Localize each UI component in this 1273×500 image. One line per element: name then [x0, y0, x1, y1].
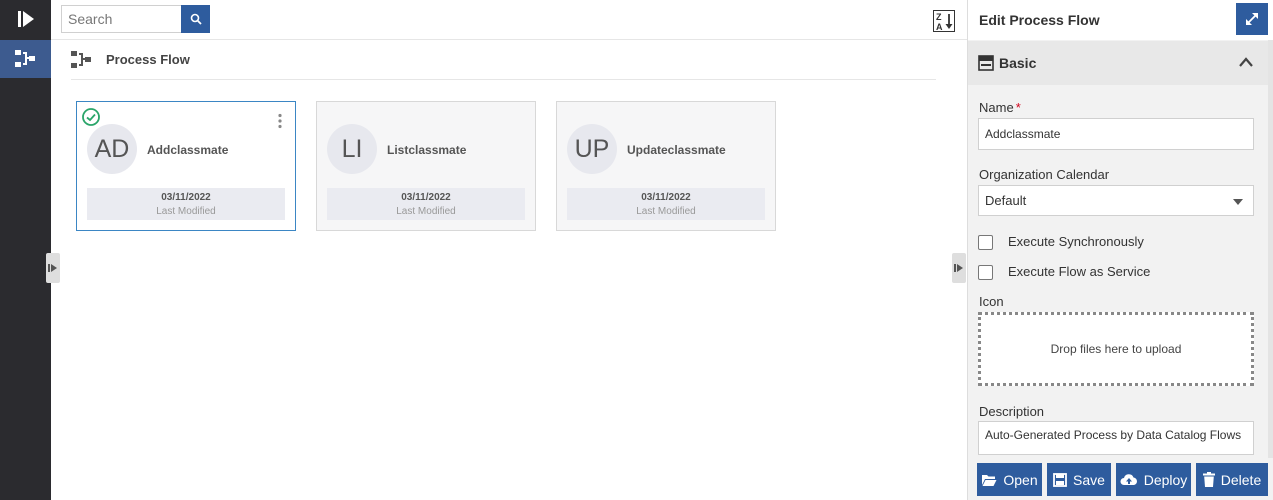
- caret-down-icon: [1233, 199, 1243, 205]
- section-title: Process Flow: [106, 52, 190, 67]
- panel-toggle-icon: [954, 264, 963, 272]
- save-button[interactable]: Save: [1047, 463, 1111, 496]
- nav-process-flow-icon[interactable]: [0, 40, 51, 78]
- expand-button[interactable]: [1236, 3, 1268, 35]
- description-field[interactable]: Auto-Generated Process by Data Catalog F…: [978, 421, 1254, 455]
- card-name: Listclassmate: [387, 143, 467, 157]
- card-meta: 03/11/2022 Last Modified: [567, 188, 765, 220]
- card-date-label: Last Modified: [396, 206, 456, 217]
- card-meta: 03/11/2022 Last Modified: [87, 188, 285, 220]
- exec-sync-checkbox[interactable]: [978, 235, 993, 250]
- process-flow-icon: [71, 51, 91, 68]
- card-date-label: Last Modified: [156, 206, 216, 217]
- accordion-title: Basic: [999, 55, 1037, 71]
- card-date: 03/11/2022: [401, 192, 451, 203]
- accordion-basic[interactable]: Basic: [968, 41, 1269, 85]
- panel-header: Edit Process Flow: [968, 0, 1273, 40]
- folder-open-icon: [982, 474, 997, 486]
- card-date: 03/11/2022: [161, 192, 211, 203]
- sort-za-icon[interactable]: ZA: [932, 9, 956, 33]
- deploy-button[interactable]: Deploy: [1116, 463, 1191, 496]
- section-header: Process Flow: [71, 46, 936, 80]
- check-circle-icon: [82, 108, 100, 126]
- expand-icon: [1246, 13, 1258, 25]
- toolbar: ZA: [51, 0, 967, 40]
- panel-title: Edit Process Flow: [979, 12, 1100, 28]
- panel-scrollbar[interactable]: [1268, 40, 1273, 458]
- calendar-label: Organization Calendar: [979, 167, 1110, 182]
- process-card-listclassmate[interactable]: LI Listclassmate 03/11/2022 Last Modifie…: [316, 101, 536, 231]
- search-button[interactable]: [181, 5, 210, 33]
- edit-panel: Edit Process Flow Basic Name* Organizati…: [967, 0, 1273, 500]
- trash-icon: [1202, 472, 1215, 487]
- search-icon: [190, 13, 202, 25]
- save-icon: [1053, 472, 1067, 487]
- card-meta: 03/11/2022 Last Modified: [327, 188, 525, 220]
- main-area: ZA Process Flow AD Addclassmate 03/11/20…: [51, 0, 967, 500]
- icon-label: Icon: [979, 294, 1004, 309]
- description-label: Description: [979, 404, 1045, 419]
- search-input[interactable]: [61, 5, 182, 33]
- svg-text:A: A: [936, 22, 943, 32]
- name-field[interactable]: [978, 118, 1254, 150]
- more-options-icon[interactable]: [277, 113, 283, 129]
- avatar: LI: [327, 124, 377, 174]
- form-icon: [978, 55, 994, 71]
- chevron-up-icon[interactable]: [1238, 56, 1254, 68]
- exec-service-checkbox[interactable]: [978, 265, 993, 280]
- avatar: UP: [567, 124, 617, 174]
- panel-toggle-icon: [48, 264, 57, 272]
- icon-dropzone[interactable]: Drop files here to upload: [978, 312, 1254, 386]
- exec-service-label: Execute Flow as Service: [1008, 264, 1151, 279]
- cloud-upload-icon: [1120, 473, 1137, 485]
- process-card-addclassmate[interactable]: AD Addclassmate 03/11/2022 Last Modified: [76, 101, 296, 231]
- calendar-select[interactable]: Default: [978, 185, 1254, 216]
- app-rail: [0, 0, 51, 500]
- card-date-label: Last Modified: [636, 206, 696, 217]
- exec-sync-label: Execute Synchronously: [1008, 234, 1144, 249]
- card-name: Addclassmate: [147, 143, 229, 157]
- svg-text:Z: Z: [936, 12, 942, 22]
- card-name: Updateclassmate: [627, 143, 726, 157]
- avatar: AD: [87, 124, 137, 174]
- app-logo-icon[interactable]: [0, 0, 51, 38]
- delete-button[interactable]: Delete: [1196, 463, 1268, 496]
- card-date: 03/11/2022: [641, 192, 691, 203]
- calendar-value: Default: [985, 193, 1027, 208]
- required-mark: *: [1015, 100, 1021, 115]
- collapse-left-panel-button[interactable]: [46, 253, 60, 283]
- open-button[interactable]: Open: [977, 463, 1042, 496]
- process-card-updateclassmate[interactable]: UP Updateclassmate 03/11/2022 Last Modif…: [556, 101, 776, 231]
- collapse-right-panel-button[interactable]: [952, 253, 966, 283]
- name-label: Name *: [979, 100, 1021, 115]
- panel-footer: Open Save Deploy Delete: [968, 458, 1273, 500]
